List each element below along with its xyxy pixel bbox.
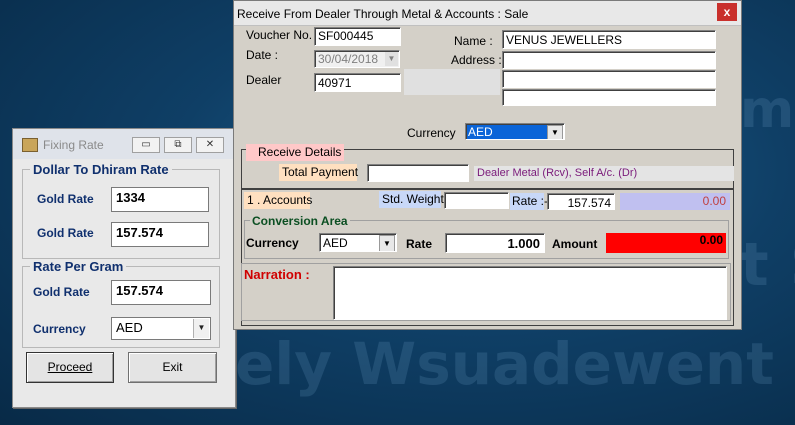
conv-amount-value: 0.00 [699, 233, 723, 247]
std-weight-input[interactable] [444, 192, 509, 209]
rate-per-gram-title: Rate Per Gram [30, 259, 127, 274]
amount-top-value: 0.00 [702, 194, 726, 208]
chevron-down-icon[interactable]: ▼ [193, 319, 209, 338]
amount-display-top: 0.00 [620, 193, 730, 210]
gold-rate-input-1[interactable]: 1334 [111, 187, 209, 212]
currency-label: Currency [33, 322, 86, 336]
total-payment-label: Total Payment [279, 164, 358, 181]
close-icon[interactable]: x [717, 3, 737, 21]
currency-select-value: AED [467, 125, 547, 139]
conv-currency-select[interactable]: AED ▼ [319, 233, 397, 252]
fixing-rate-titlebar[interactable]: Fixing Rate ▭ ⧉ ✕ [13, 129, 235, 159]
conv-amount-display: 0.00 [606, 233, 726, 253]
narration-input[interactable] [333, 266, 727, 320]
exit-button[interactable]: Exit [128, 352, 217, 383]
gold-rate-label-3: Gold Rate [33, 285, 90, 299]
date-dropdown-icon[interactable]: ▼ [385, 52, 398, 66]
voucher-label: Voucher No. : [243, 27, 319, 45]
dealer-info-panel [404, 69, 500, 95]
conv-amount-label: Amount [552, 237, 598, 251]
chevron-down-icon[interactable]: ▼ [547, 125, 563, 139]
std-weight-label: Std. Weight [379, 191, 444, 208]
rate-label: Rate :- [510, 193, 549, 210]
currency-select[interactable]: AED ▼ [111, 317, 211, 340]
conversion-area-title: Conversion Area [250, 214, 350, 228]
app-icon [22, 138, 38, 152]
currency-select[interactable]: AED ▼ [465, 123, 565, 140]
conv-rate-input[interactable]: 1.000 [445, 233, 545, 253]
dealer-input[interactable]: 40971 [314, 73, 401, 92]
rate-input[interactable]: 157.574 [547, 193, 615, 210]
conv-currency-label: Currency [246, 236, 299, 250]
dollar-to-dhiram-title: Dollar To Dhiram Rate [30, 162, 172, 177]
currency-label: Currency [407, 126, 456, 140]
name-input[interactable]: VENUS JEWELLERS [502, 30, 716, 49]
address-line-1[interactable] [502, 51, 716, 69]
dealer-metal-text: Dealer Metal (Rcv), Self A/c. (Dr) [477, 167, 638, 179]
date-value: 30/04/2018 [318, 52, 379, 66]
address-label: Address : [451, 53, 502, 67]
main-window-title: Receive From Dealer Through Metal & Acco… [237, 7, 529, 21]
watermark-text-3: ely Wsuadewent s [235, 330, 795, 398]
minimize-button[interactable]: ▭ [132, 137, 160, 153]
proceed-button[interactable]: Proceed [26, 352, 114, 383]
receive-from-dealer-window: Receive From Dealer Through Metal & Acco… [233, 0, 742, 330]
restore-button[interactable]: ⧉ [164, 137, 192, 153]
accounts-label: 1 . Accounts [244, 192, 312, 209]
close-button[interactable]: ✕ [196, 137, 224, 153]
receive-details-label: Receive Details [246, 144, 344, 161]
conv-currency-value: AED [323, 236, 348, 250]
name-label: Name : [454, 34, 493, 48]
narration-label: Narration : [244, 267, 310, 282]
gold-rate-input-2[interactable]: 157.574 [111, 222, 209, 247]
address-line-2[interactable] [502, 70, 716, 88]
dealer-metal-field: Dealer Metal (Rcv), Self A/c. (Dr) [474, 166, 734, 181]
gold-rate-per-gram-input[interactable]: 157.574 [111, 280, 211, 305]
voucher-input[interactable]: SF000445 [314, 27, 401, 46]
conv-rate-label: Rate [406, 237, 433, 251]
dealer-label: Dealer [243, 72, 313, 90]
date-input[interactable]: 30/04/2018 ▼ [314, 50, 400, 68]
exit-button-label: Exit [162, 360, 183, 374]
date-label: Date : [243, 47, 313, 65]
fixing-rate-window: Fixing Rate ▭ ⧉ ✕ Dollar To Dhiram Rate … [12, 128, 236, 408]
gold-rate-label-2: Gold Rate [37, 226, 94, 240]
chevron-down-icon[interactable]: ▼ [379, 235, 395, 251]
gold-rate-label-1: Gold Rate [37, 192, 94, 206]
fixing-rate-title: Fixing Rate [43, 138, 104, 152]
total-payment-input[interactable] [367, 164, 469, 182]
proceed-button-label: Proceed [47, 360, 93, 374]
main-titlebar[interactable]: Receive From Dealer Through Metal & Acco… [234, 1, 741, 26]
watermark-text-2: t S [740, 230, 795, 300]
currency-select-value: AED [116, 320, 143, 335]
address-line-3[interactable] [502, 89, 716, 106]
watermark-text-1: ms [740, 80, 795, 140]
